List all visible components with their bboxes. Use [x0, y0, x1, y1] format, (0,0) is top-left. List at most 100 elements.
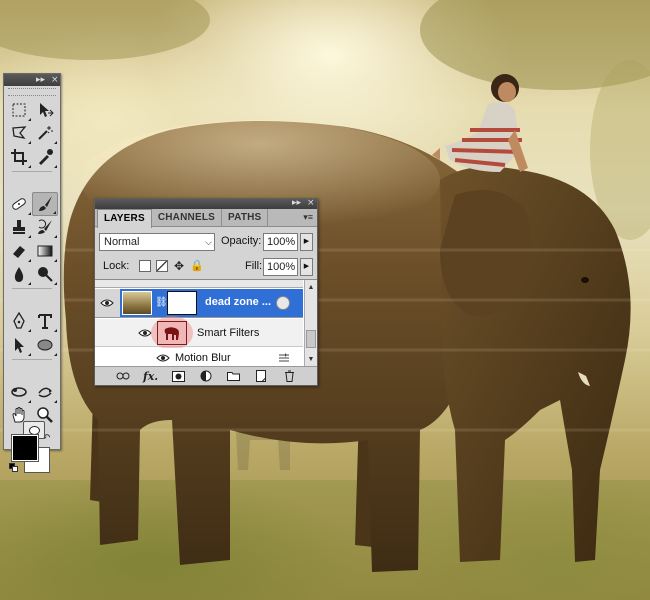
eraser-tool-icon — [13, 245, 25, 258]
filter-eye-icon[interactable] — [155, 350, 171, 366]
eyedropper-tool-icon — [39, 148, 53, 165]
dodge-tool[interactable] — [32, 263, 58, 287]
history-brush-tool-icon — [38, 219, 52, 235]
rectangular-marquee-tool-icon — [12, 103, 26, 117]
history-brush-tool[interactable] — [32, 216, 58, 240]
spot-healing-brush-tool[interactable] — [6, 192, 32, 216]
pen-tool[interactable] — [6, 310, 32, 334]
smart-filter-mask-thumbnail[interactable] — [157, 321, 187, 345]
add-mask-icon[interactable] — [171, 369, 185, 383]
scroll-down-icon[interactable]: ▼ — [305, 354, 317, 366]
mask-link-icon[interactable]: ⛓ — [155, 297, 168, 309]
layer-name[interactable]: dead zone ... — [205, 296, 271, 308]
lock-position-icon[interactable]: ✥ — [173, 260, 185, 272]
magic-wand-tool[interactable] — [32, 122, 58, 146]
opacity-slider-button[interactable]: ▶ — [300, 233, 313, 251]
tab-channels[interactable]: CHANNELS — [152, 209, 223, 227]
opacity-field[interactable]: 100% — [263, 233, 298, 251]
3d-orbit-tool[interactable] — [32, 380, 58, 404]
eraser-tool[interactable] — [6, 239, 32, 263]
tool-separator — [12, 170, 52, 172]
default-colors-icon[interactable] — [9, 463, 18, 472]
gradient-tool-icon — [37, 245, 53, 257]
filter-row-motion-blur[interactable]: Motion Blur — [95, 348, 303, 367]
delete-layer-icon[interactable] — [282, 369, 296, 383]
layers-list: ⛓ dead zone ... Smart Filters Motion Blu… — [95, 279, 317, 367]
path-selection-tool-icon — [15, 337, 24, 353]
quick-mask-icon — [28, 425, 40, 435]
visibility-eye-icon[interactable] — [99, 295, 115, 311]
tool-separator — [12, 288, 52, 289]
layer-row-partial[interactable] — [95, 280, 303, 288]
filter-name: Motion Blur — [175, 352, 231, 364]
foreground-color-swatch[interactable] — [11, 434, 39, 462]
collapse-icon[interactable]: ▸▸ — [292, 198, 301, 208]
ellipse-tool[interactable] — [32, 333, 58, 357]
fill-label: Fill: — [245, 260, 263, 272]
blur-tool[interactable] — [6, 263, 32, 287]
layers-scrollbar[interactable]: ▲ ▼ — [304, 280, 317, 367]
move-tool-icon — [40, 102, 54, 117]
fill-field[interactable]: 100% — [263, 258, 298, 276]
polygonal-lasso-tool-icon — [12, 126, 27, 140]
spot-healing-brush-tool-icon — [12, 197, 26, 210]
polygonal-lasso-tool[interactable] — [6, 122, 32, 146]
panel-tabs: LAYERS CHANNELS PATHS ▾≡ — [95, 209, 317, 228]
crop-tool-icon — [11, 148, 27, 165]
blur-tool-icon — [14, 267, 24, 283]
eyedropper-tool[interactable] — [32, 145, 58, 169]
tools-panel-titlebar[interactable]: ▸▸ × — [4, 74, 60, 86]
tab-paths[interactable]: PATHS — [222, 209, 269, 227]
dodge-tool-icon — [38, 267, 53, 282]
gradient-tool[interactable] — [32, 239, 58, 263]
smart-filters-row[interactable]: Smart Filters — [95, 316, 303, 350]
close-icon[interactable]: × — [51, 74, 59, 86]
panel-menu-icon[interactable]: ▾≡ — [303, 212, 313, 223]
lock-pixels-icon[interactable] — [156, 260, 168, 272]
move-tool[interactable] — [32, 98, 58, 122]
new-group-icon[interactable] — [227, 369, 241, 383]
path-selection-tool[interactable] — [6, 333, 32, 357]
brush-tool[interactable] — [32, 192, 58, 216]
fill-slider-button[interactable]: ▶ — [300, 258, 313, 276]
new-layer-icon[interactable] — [254, 369, 268, 383]
clone-stamp-tool[interactable] — [6, 216, 32, 240]
layers-panel-titlebar[interactable]: ▸▸ × — [95, 198, 317, 209]
scroll-up-icon[interactable]: ▲ — [305, 282, 317, 294]
magic-wand-tool-icon — [38, 126, 53, 140]
3d-orbit-tool-icon — [38, 387, 52, 398]
fx-icon[interactable]: fx. — [143, 369, 158, 383]
lock-all-icon[interactable]: 🔒 — [190, 260, 204, 272]
ellipse-tool-icon — [37, 339, 53, 351]
collapse-icon[interactable]: ▸▸ — [36, 74, 45, 86]
rectangular-marquee-tool[interactable] — [6, 98, 32, 122]
opacity-label: Opacity: — [221, 235, 262, 247]
link-layers-icon[interactable] — [116, 369, 130, 383]
3d-rotate-tool[interactable] — [6, 380, 32, 404]
clone-stamp-tool-icon — [13, 220, 25, 235]
smart-filters-label: Smart Filters — [197, 327, 260, 339]
blend-mode-select[interactable]: Normal ⌵ — [99, 233, 215, 251]
elephant-silhouette-icon — [164, 327, 179, 340]
smart-object-badge-icon — [276, 296, 290, 310]
tools-panel: ▸▸ × ↶ — [3, 73, 61, 473]
blending-options-icon[interactable] — [278, 353, 290, 363]
type-tool-icon — [38, 314, 52, 330]
layers-panel: ▸▸ × LAYERS CHANNELS PATHS ▾≡ Normal ⌵ O… — [94, 198, 318, 386]
layer-row-selected[interactable]: ⛓ dead zone ... — [95, 289, 303, 318]
scrollbar-thumb[interactable] — [306, 330, 316, 348]
chevron-down-icon: ⌵ — [205, 237, 212, 247]
lock-transparency-icon[interactable] — [139, 260, 151, 272]
type-tool[interactable] — [32, 310, 58, 334]
3d-rotate-tool-icon — [11, 387, 27, 397]
close-icon[interactable]: × — [307, 198, 315, 208]
layer-mask-thumbnail[interactable] — [167, 291, 197, 315]
layer-thumbnail[interactable] — [122, 291, 152, 315]
adjustment-layer-icon[interactable] — [199, 369, 213, 383]
color-swatches: ↶ — [4, 433, 60, 489]
tool-separator — [12, 358, 52, 360]
tools-panel-grip[interactable] — [8, 88, 56, 96]
blend-mode-value: Normal — [104, 236, 140, 248]
tab-layers[interactable]: LAYERS — [97, 209, 152, 228]
crop-tool[interactable] — [6, 145, 32, 169]
